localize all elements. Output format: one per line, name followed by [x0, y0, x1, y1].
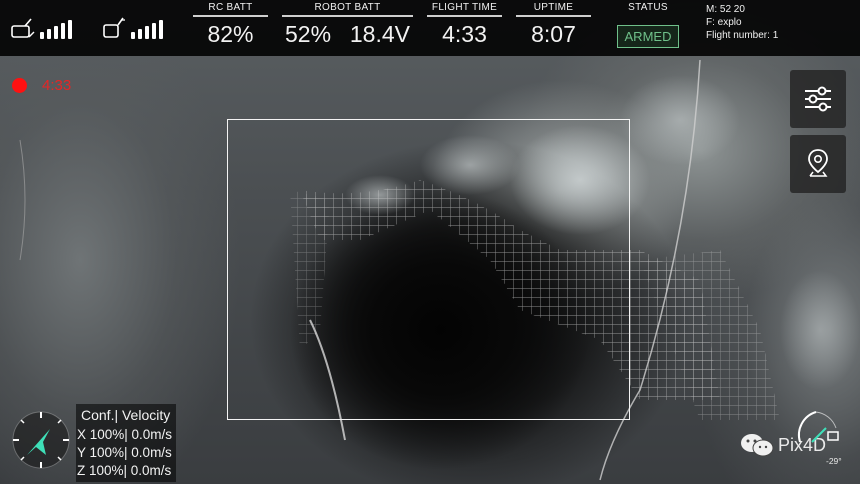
flight-time-value: 4:33 [442, 21, 487, 47]
rc-controller-icon [11, 18, 35, 38]
velocity-x: X 100%| 0.0m/s [77, 427, 173, 442]
uptime-label: UPTIME [516, 2, 591, 17]
robot-batt-percent: 52% [285, 21, 332, 47]
location-pin-icon [808, 149, 828, 177]
flight-info: M: 52 20 F: explo Flight number: 1 [706, 3, 778, 42]
mode-text: M: 52 20 [706, 4, 745, 15]
rc-signal-indicator [11, 17, 72, 39]
uptime-value: 8:07 [531, 21, 576, 47]
flight-time-label: FLIGHT TIME [427, 2, 502, 17]
file-text: F: explo [706, 17, 742, 28]
robot-batt-stat: ROBOT BATT 52% 18.4V [282, 2, 413, 48]
location-button[interactable] [790, 135, 846, 193]
rc-batt-stat: RC BATT 82% [193, 2, 268, 48]
status-stat: STATUS [617, 2, 679, 15]
heading-compass-icon [12, 411, 70, 469]
uptime-stat: UPTIME 8:07 [516, 2, 591, 48]
hud-top-bar: RC BATT 82% ROBOT BATT 52% 18.4V FLIGHT … [0, 0, 860, 56]
robot-signal-bars [131, 20, 163, 39]
flight-number-text: Flight number: 1 [706, 30, 779, 41]
robot-link-icon [103, 17, 125, 38]
robot-batt-label: ROBOT BATT [282, 2, 413, 17]
rc-signal-bars [40, 20, 72, 39]
wechat-icon [741, 434, 774, 457]
status-label: STATUS [628, 2, 668, 13]
velocity-header: Conf.| Velocity [81, 407, 171, 423]
velocity-z: Z 100%| 0.0m/s [77, 463, 172, 478]
sliders-icon [805, 86, 831, 112]
robot-batt-voltage: 18.4V [349, 21, 410, 47]
velocity-y: Y 100%| 0.0m/s [77, 445, 172, 460]
rc-batt-value: 82% [207, 21, 254, 47]
rc-batt-label: RC BATT [193, 2, 268, 17]
robot-signal-indicator [102, 17, 163, 39]
armed-status-badge: ARMED [617, 25, 679, 48]
flight-time-stat: FLIGHT TIME 4:33 [427, 2, 502, 48]
settings-button[interactable] [790, 70, 846, 128]
recording-time: 4:33 [42, 77, 72, 94]
recording-indicator: 4:33 [12, 77, 71, 94]
focus-frame [227, 119, 630, 420]
gimbal-angle: -29° [826, 456, 842, 466]
record-dot-icon [12, 78, 27, 93]
